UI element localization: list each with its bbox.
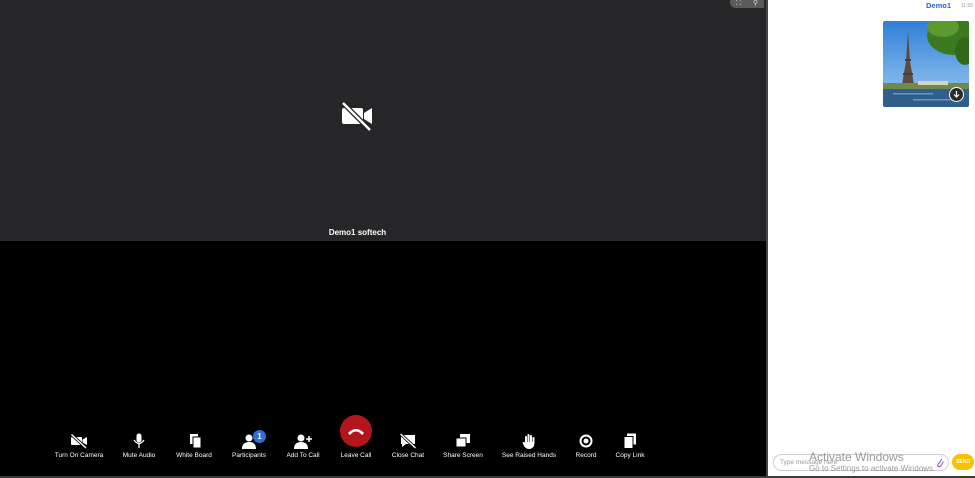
participant-name: Demo1 softech xyxy=(328,228,387,237)
image-attachment[interactable] xyxy=(883,21,969,107)
fullscreen-icon[interactable]: ⛶ xyxy=(736,0,741,8)
camera-off-icon xyxy=(70,433,88,449)
pin-icon[interactable]: ⚲ xyxy=(753,0,758,8)
message-time: 11:55 xyxy=(960,3,973,9)
copy-icon xyxy=(623,433,636,449)
tile-controls[interactable]: ⛶ ⚲ xyxy=(730,0,764,8)
add-person-icon xyxy=(294,434,312,449)
record-icon xyxy=(579,434,593,448)
whiteboard-icon xyxy=(190,434,202,449)
turn-on-camera-button[interactable]: Turn On Camera xyxy=(47,433,111,459)
see-raised-hands-button[interactable]: See Raised Hands xyxy=(497,433,561,459)
participants-count-badge: 1 xyxy=(253,430,266,443)
copy-link-button[interactable]: Copy Link xyxy=(598,433,662,459)
download-button[interactable] xyxy=(949,87,964,102)
message-input-wrapper xyxy=(773,454,949,471)
message-input[interactable] xyxy=(780,457,930,468)
camera-off-icon xyxy=(341,101,372,132)
message-sender: Demo1 xyxy=(925,1,951,10)
paperclip-icon[interactable] xyxy=(935,457,945,468)
chat-off-icon xyxy=(399,433,417,449)
copy-link-label: Copy Link xyxy=(615,452,645,459)
share-screen-icon xyxy=(455,434,470,448)
see-raised-hands-label: See Raised Hands xyxy=(501,452,557,459)
video-area: ⛶ ⚲ Demo1 softech Turn On Camera Mute Au… xyxy=(0,0,766,476)
raised-hand-icon xyxy=(522,434,535,449)
leave-call-circle[interactable] xyxy=(340,415,372,447)
hang-up-icon xyxy=(348,429,364,435)
send-button[interactable]: SEND xyxy=(952,454,974,470)
participant-tile: ⛶ ⚲ Demo1 softech xyxy=(0,0,766,241)
download-icon xyxy=(953,91,960,98)
share-screen-label: Share Screen xyxy=(443,452,483,459)
share-screen-button[interactable]: Share Screen xyxy=(431,433,495,459)
chat-panel: Demo1 11:55 Type message here SEND xyxy=(768,0,975,476)
microphone-icon xyxy=(133,433,145,448)
turn-on-camera-label: Turn On Camera xyxy=(54,452,104,459)
